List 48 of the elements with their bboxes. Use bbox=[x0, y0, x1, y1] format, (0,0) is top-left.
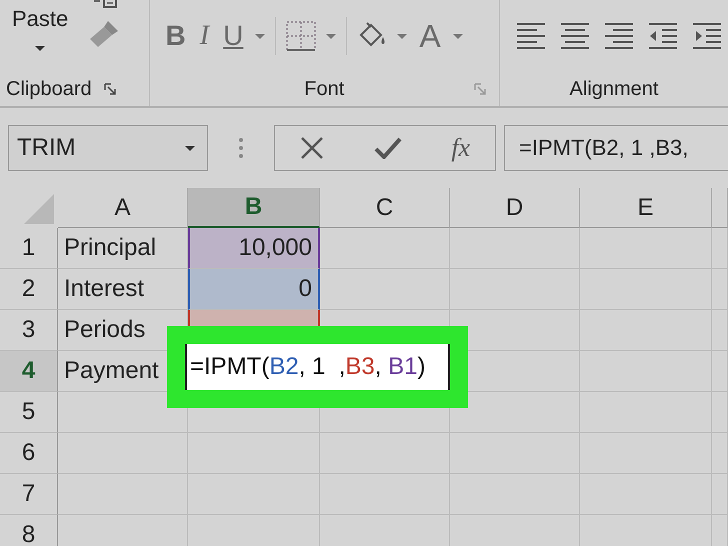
table-cell: Principal bbox=[58, 228, 188, 269]
align-icon[interactable] bbox=[560, 21, 590, 51]
underline-button[interactable]: U bbox=[221, 20, 246, 52]
row-header[interactable]: 4 bbox=[0, 351, 58, 392]
column-header[interactable]: D bbox=[450, 188, 580, 228]
table-cell: Interest bbox=[58, 269, 188, 310]
formula-field[interactable]: =IPMT(B2, 1 ,B3, bbox=[504, 125, 728, 171]
cell-editor[interactable]: =IPMT(B2, 1 ,B3, B1) bbox=[185, 344, 450, 390]
column-header[interactable]: E bbox=[580, 188, 712, 228]
table-cell: 10,000 bbox=[188, 228, 320, 269]
drag-handle-icon[interactable] bbox=[238, 137, 244, 159]
row-header[interactable]: 8 bbox=[0, 515, 58, 546]
paste-button[interactable]: Paste bbox=[6, 6, 74, 50]
align-icon[interactable] bbox=[516, 21, 546, 51]
name-box[interactable]: TRIM bbox=[8, 125, 208, 171]
group-label: Font bbox=[304, 78, 344, 100]
table-cell bbox=[712, 269, 728, 310]
caret-icon[interactable] bbox=[326, 34, 336, 38]
row-header[interactable]: 2 bbox=[0, 269, 58, 310]
caret-icon[interactable] bbox=[452, 34, 463, 38]
caret-icon[interactable] bbox=[255, 34, 266, 38]
italic-button[interactable]: I bbox=[198, 20, 212, 52]
dialog-launcher-icon[interactable] bbox=[104, 82, 117, 96]
table-cell bbox=[712, 392, 728, 433]
group-label: Alignment bbox=[570, 78, 658, 100]
decrease-indent-icon[interactable] bbox=[648, 21, 678, 51]
caret-icon[interactable] bbox=[397, 34, 408, 38]
row-header[interactable]: 1 bbox=[0, 228, 58, 269]
table-cell bbox=[712, 433, 728, 474]
insert-function-button[interactable]: fx bbox=[451, 133, 470, 163]
align-icon[interactable] bbox=[604, 21, 634, 51]
group-label: Clipboard bbox=[6, 78, 92, 100]
table-cell bbox=[712, 228, 728, 269]
table-cell: 0 bbox=[188, 269, 320, 310]
row-header[interactable]: 6 bbox=[0, 433, 58, 474]
cancel-icon[interactable] bbox=[300, 136, 324, 160]
table-cell bbox=[712, 310, 728, 351]
font-color-button[interactable]: A bbox=[417, 18, 443, 54]
check-icon[interactable] bbox=[374, 137, 402, 159]
table-cell bbox=[712, 474, 728, 515]
increase-indent-icon[interactable] bbox=[692, 21, 722, 51]
borders-icon[interactable] bbox=[286, 21, 316, 51]
table-cell bbox=[712, 351, 728, 392]
column-header[interactable]: C bbox=[320, 188, 450, 228]
bold-button[interactable]: B bbox=[164, 20, 188, 52]
row-header[interactable]: 5 bbox=[0, 392, 58, 433]
row-header[interactable]: 7 bbox=[0, 474, 58, 515]
column-header[interactable]: B bbox=[188, 188, 320, 228]
